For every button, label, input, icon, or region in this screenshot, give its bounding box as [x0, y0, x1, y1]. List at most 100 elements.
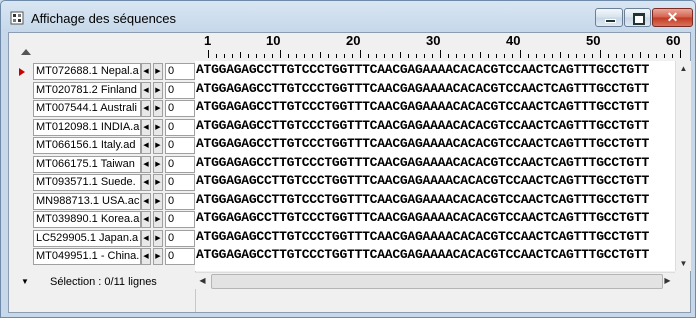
offset-field[interactable]: 0 — [165, 118, 195, 136]
shift-left-icon[interactable]: ◀ — [141, 229, 151, 247]
ruler-tick — [568, 54, 569, 58]
offset-field[interactable]: 0 — [165, 192, 195, 210]
ruler-tick — [552, 54, 553, 58]
sequence-name-cell[interactable]: MT072688.1 Nepal.a — [33, 63, 141, 80]
close-button[interactable]: ✕ — [652, 8, 693, 27]
sequence-row[interactable]: MT093571.1 Suede. ◀ ▶ 0 — [33, 174, 195, 193]
sequence-name-cell[interactable]: MT012098.1 INDIA.a — [33, 118, 141, 136]
offset-field[interactable]: 0 — [165, 100, 195, 117]
sequence-line: ATGGAGAGCCTTGTCCCTGGTTTCAACGAGAAAACACACG… — [196, 154, 650, 170]
shift-right-icon[interactable]: ▶ — [153, 192, 163, 210]
app-icon — [10, 11, 24, 25]
ruler-tick — [392, 54, 393, 58]
shift-right-icon[interactable]: ▶ — [153, 81, 163, 99]
sequence-name-cell[interactable]: MT039890.1 Korea.a — [33, 211, 141, 228]
ruler-tick — [624, 54, 625, 58]
shift-left-icon[interactable]: ◀ — [141, 100, 151, 117]
shift-right-icon[interactable]: ▶ — [153, 211, 163, 228]
ruler-tick — [520, 50, 521, 58]
sequence-row[interactable]: MN988713.1 USA.ac ◀ ▶ 0 — [33, 192, 195, 212]
offset-field[interactable]: 0 — [165, 211, 195, 228]
ruler-label: 30 — [426, 33, 441, 48]
scroll-down-rows-icon[interactable]: ▼ — [18, 277, 32, 289]
ruler-tick — [576, 54, 577, 58]
sequence-row[interactable]: MT012098.1 INDIA.a ◀ ▶ 0 — [33, 118, 195, 138]
scroll-left-icon[interactable]: ◀ — [195, 273, 210, 289]
shift-left-icon[interactable]: ◀ — [141, 192, 151, 210]
shift-left-icon[interactable]: ◀ — [141, 211, 151, 228]
shift-left-icon[interactable]: ◀ — [141, 118, 151, 136]
sequence-name-cell[interactable]: MT007544.1 Australi — [33, 100, 141, 117]
shift-right-icon[interactable]: ▶ — [153, 100, 163, 117]
sequence-name-cell[interactable]: MN988713.1 USA.ac — [33, 192, 141, 210]
ruler-tick — [216, 54, 217, 58]
horizontal-scroll-thumb[interactable] — [211, 274, 663, 289]
shift-right-icon[interactable]: ▶ — [153, 229, 163, 247]
maximize-button[interactable] — [624, 8, 651, 27]
offset-field[interactable]: 0 — [165, 155, 195, 173]
shift-right-icon[interactable]: ▶ — [153, 137, 163, 154]
shift-left-icon[interactable]: ◀ — [141, 248, 151, 265]
minimize-button[interactable] — [595, 8, 623, 27]
ruler-tick — [584, 54, 585, 58]
sequence-name-cell[interactable]: MT049951.1 - China. — [33, 248, 141, 265]
selection-status: Sélection : 0/11 lignes — [50, 276, 157, 288]
ruler-tick — [264, 54, 265, 58]
offset-field[interactable]: 0 — [165, 174, 195, 191]
vertical-scrollbar[interactable]: ▲ ▼ — [675, 61, 691, 271]
sequence-row[interactable]: MT066156.1 Italy.ad ◀ ▶ 0 — [33, 137, 195, 156]
offset-field[interactable]: 0 — [165, 248, 195, 265]
shift-left-icon[interactable]: ◀ — [141, 81, 151, 99]
ruler-tick — [240, 52, 241, 58]
sequence-name-cell[interactable]: MT093571.1 Suede. — [33, 174, 141, 191]
sequence-row[interactable]: MT020781.2 Finland ◀ ▶ 0 — [33, 81, 195, 101]
shift-right-icon[interactable]: ▶ — [153, 248, 163, 265]
ruler-tick — [664, 54, 665, 58]
position-ruler: 1 10 20 30 40 50 60 — [195, 33, 690, 61]
ruler-tick — [328, 54, 329, 58]
ruler-tick — [272, 54, 273, 58]
scroll-up-icon[interactable]: ▲ — [676, 61, 691, 76]
ruler-tick — [232, 54, 233, 58]
ruler-tick — [408, 54, 409, 58]
scroll-up-rows-icon[interactable] — [19, 45, 33, 59]
offset-field[interactable]: 0 — [165, 81, 195, 99]
offset-field[interactable]: 0 — [165, 63, 195, 80]
sequence-row[interactable]: MT072688.1 Nepal.a ◀ ▶ 0 — [33, 63, 195, 82]
ruler-tick — [248, 54, 249, 58]
offset-field[interactable]: 0 — [165, 137, 195, 154]
ruler-tick — [416, 54, 417, 58]
sequence-line: ATGGAGAGCCTTGTCCCTGGTTTCAACGAGAAAACACACG… — [196, 210, 650, 225]
shift-right-icon[interactable]: ▶ — [153, 174, 163, 191]
sequence-row[interactable]: MT066175.1 Taiwan ◀ ▶ 0 — [33, 155, 195, 175]
shift-right-icon[interactable]: ▶ — [153, 118, 163, 136]
client-area: 1 10 20 30 40 50 60 MT072688.1 Nepal.a ◀ ▶… — [8, 32, 691, 313]
shift-left-icon[interactable]: ◀ — [141, 137, 151, 154]
sequence-row[interactable]: LC529905.1 Japan.a ◀ ▶ 0 — [33, 229, 195, 249]
shift-right-icon[interactable]: ▶ — [153, 63, 163, 80]
ruler-tick — [360, 50, 361, 58]
sequence-name-cell[interactable]: MT066175.1 Taiwan — [33, 155, 141, 173]
sequence-name-cell[interactable]: MT020781.2 Finland — [33, 81, 141, 99]
ruler-tick — [448, 54, 449, 58]
shift-left-icon[interactable]: ◀ — [141, 155, 151, 173]
shift-left-icon[interactable]: ◀ — [141, 174, 151, 191]
sequence-display[interactable]: ATGGAGAGCCTTGTCCCTGGTTTCAACGAGAAAACACACG… — [195, 61, 675, 271]
horizontal-scrollbar[interactable]: ◀ ▶ — [195, 272, 675, 289]
offset-field[interactable]: 0 — [165, 229, 195, 247]
shift-right-icon[interactable]: ▶ — [153, 155, 163, 173]
scroll-down-icon[interactable]: ▼ — [676, 256, 691, 271]
title-bar[interactable]: Affichage des séquences ✕ — [1, 1, 695, 35]
ruler-label: 50 — [586, 33, 601, 48]
sequence-row[interactable]: MT039890.1 Korea.a ◀ ▶ 0 — [33, 211, 195, 230]
sequence-name-cell[interactable]: LC529905.1 Japan.a — [33, 229, 141, 247]
scroll-right-icon[interactable]: ▶ — [660, 273, 675, 289]
ruler-tick — [560, 52, 561, 58]
ruler-tick — [536, 54, 537, 58]
sequence-row[interactable]: MT049951.1 - China. ◀ ▶ 0 — [33, 248, 195, 267]
sequence-viewer-window: Affichage des séquences ✕ 1 10 20 30 40 … — [0, 0, 696, 318]
sequence-line: ATGGAGAGCCTTGTCCCTGGTTTCAACGAGAAAACACACG… — [196, 62, 650, 77]
sequence-name-cell[interactable]: MT066156.1 Italy.ad — [33, 137, 141, 154]
sequence-row[interactable]: MT007544.1 Australi ◀ ▶ 0 — [33, 100, 195, 119]
shift-left-icon[interactable]: ◀ — [141, 63, 151, 80]
